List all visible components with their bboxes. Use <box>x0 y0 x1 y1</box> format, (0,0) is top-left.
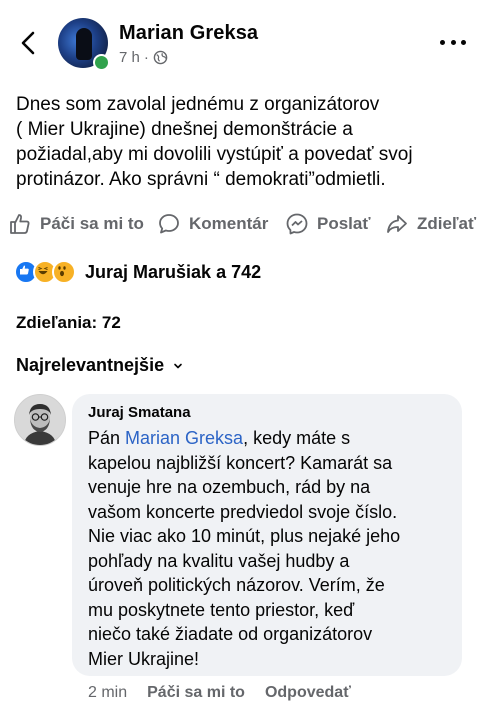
share-arrow-icon <box>387 215 407 233</box>
more-options-button[interactable] <box>440 40 466 48</box>
reactions-summary[interactable]: Juraj Marušiak a 742 <box>14 259 261 285</box>
comment-text: Pán Marian Greksa, kedy máte s kapelou n… <box>88 426 458 671</box>
chevron-down-icon <box>174 363 182 368</box>
commenter-avatar[interactable] <box>14 394 66 446</box>
globe-icon <box>153 50 168 65</box>
back-button[interactable] <box>16 28 42 58</box>
post-time[interactable]: 7 h <box>119 49 140 66</box>
chevron-left-icon <box>21 31 35 55</box>
more-dot <box>440 40 445 45</box>
comment-sort-dropdown[interactable]: Najrelevantnejšie <box>16 355 184 376</box>
comment-like-button[interactable]: Páči sa mi to <box>147 684 245 702</box>
comment-reply-button[interactable]: Odpovedať <box>265 684 351 702</box>
commenter-name[interactable]: Juraj Smatana <box>88 404 191 421</box>
comment-mention-link[interactable]: Marian Greksa <box>125 428 243 448</box>
avatar-figure <box>76 28 92 60</box>
post-action-bar: Páči sa mi to Komentár Poslať Zdieľať <box>0 206 483 242</box>
comment-icon <box>159 214 179 234</box>
post-header: Marian Greksa 7 h · <box>0 0 483 80</box>
reactions-text: Juraj Marušiak a 742 <box>85 261 262 282</box>
share-button[interactable]: Zdieľať <box>385 206 476 242</box>
online-status-dot <box>93 54 110 71</box>
comment-time: 2 min <box>88 684 128 701</box>
comment-text-end: , kedy máte s kapelou najbližší koncert?… <box>88 428 401 669</box>
meta-separator: · <box>143 49 149 66</box>
comment-footer: 2 min Páči sa mi to Odpovedať <box>88 684 371 702</box>
shares-count[interactable]: Zdieľania: 72 <box>16 313 121 333</box>
send-label: Poslať <box>317 214 371 233</box>
like-label: Páči sa mi to <box>40 214 144 233</box>
more-dot <box>461 40 466 45</box>
post-meta: 7 h · <box>119 49 168 66</box>
comment-label: Komentár <box>189 214 269 233</box>
sort-label: Najrelevantnejšie <box>16 355 165 375</box>
more-dot <box>450 40 456 45</box>
post-text: Dnes som zavolal jednému z organizátorov… <box>16 94 413 190</box>
send-button[interactable]: Poslať <box>285 206 371 242</box>
messenger-icon <box>286 213 308 235</box>
author-name[interactable]: Marian Greksa <box>119 22 258 45</box>
share-label: Zdieľať <box>417 214 477 233</box>
like-button[interactable]: Páči sa mi to <box>8 206 144 242</box>
thumbs-up-icon <box>10 214 30 234</box>
comment-text-start: Pán <box>88 428 126 448</box>
wow-icon <box>52 260 76 284</box>
comment-button[interactable]: Komentár <box>157 206 268 242</box>
